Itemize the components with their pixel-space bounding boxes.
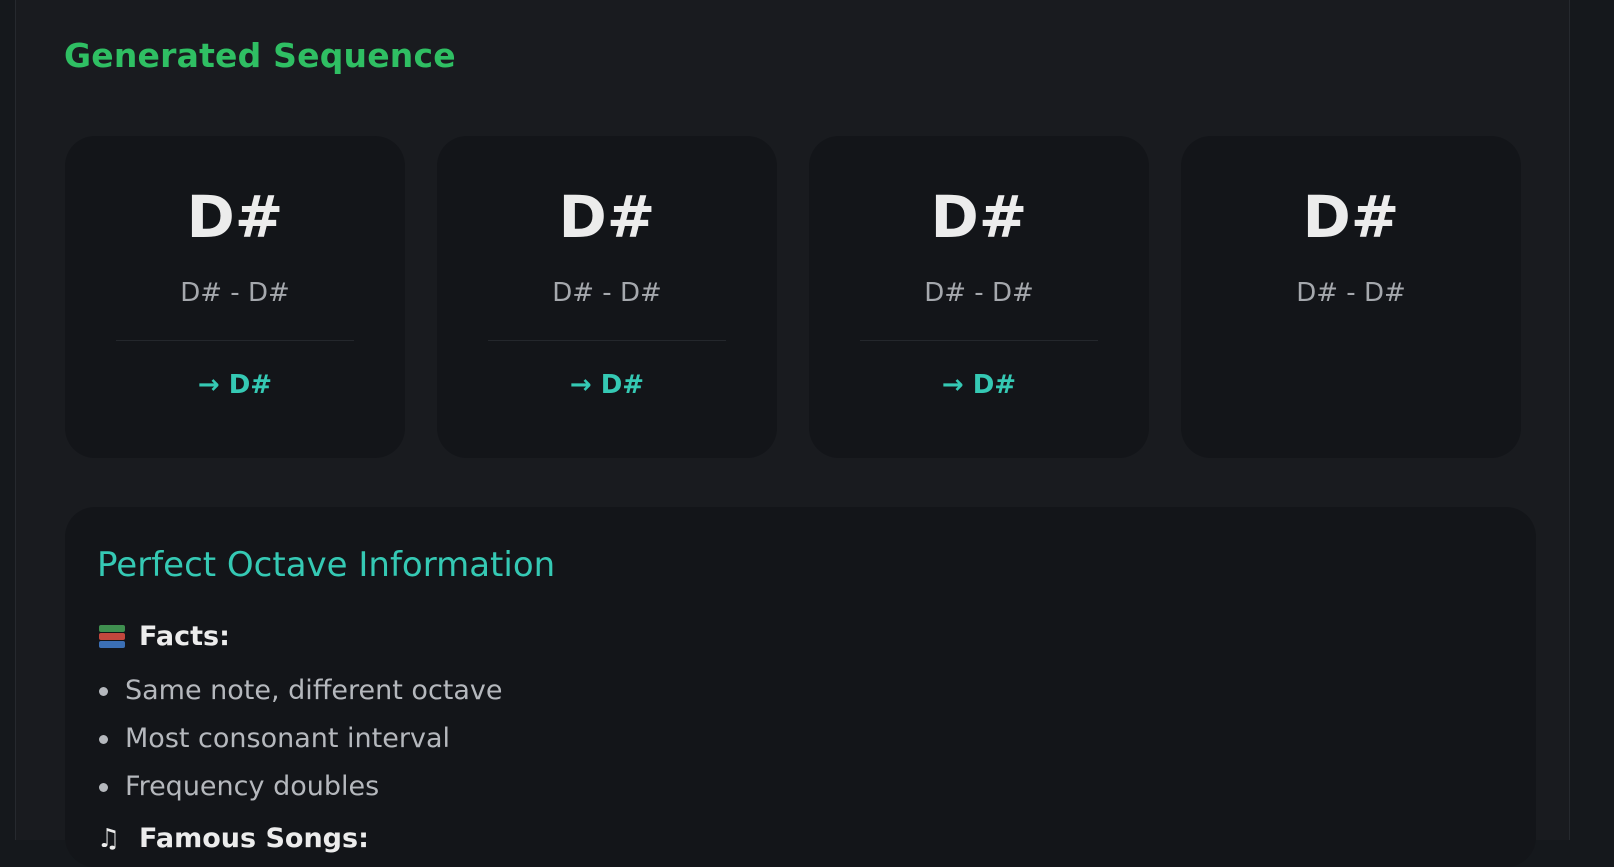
books-icon bbox=[97, 622, 127, 652]
card-divider bbox=[860, 340, 1098, 341]
card-range: D# - D# bbox=[924, 278, 1034, 308]
card-range: D# - D# bbox=[1296, 278, 1406, 308]
card-note: D# bbox=[558, 183, 656, 251]
card-next-note: → D# bbox=[569, 370, 645, 400]
interval-card[interactable]: D# D# - D# → D# bbox=[437, 136, 777, 458]
interval-card[interactable]: D# D# - D# → D# bbox=[65, 136, 405, 458]
list-item: Frequency doubles bbox=[97, 763, 503, 811]
interval-card[interactable]: D# D# - D# → D# bbox=[809, 136, 1149, 458]
card-note: D# bbox=[930, 183, 1028, 251]
card-next-note: → D# bbox=[197, 370, 273, 400]
facts-list: Same note, different octave Most consona… bbox=[97, 667, 503, 811]
card-range: D# - D# bbox=[180, 278, 290, 308]
songs-label: Famous Songs: bbox=[139, 823, 369, 854]
facts-label: Facts: bbox=[139, 621, 230, 652]
interval-info-panel: Perfect Octave Information Facts: Same n… bbox=[65, 507, 1536, 867]
facts-heading: Facts: bbox=[97, 621, 230, 652]
songs-heading: ♫ Famous Songs: bbox=[97, 823, 369, 854]
interval-card[interactable]: D# D# - D# bbox=[1181, 136, 1521, 458]
sequence-title: Generated Sequence bbox=[64, 36, 456, 75]
main-panel: Generated Sequence D# D# - D# → D# D# D#… bbox=[15, 0, 1570, 867]
card-note: D# bbox=[1302, 183, 1400, 251]
card-divider bbox=[488, 340, 726, 341]
list-item: Most consonant interval bbox=[97, 715, 503, 763]
info-title: Perfect Octave Information bbox=[97, 545, 556, 585]
card-next-note: → D# bbox=[941, 370, 1017, 400]
list-item: Same note, different octave bbox=[97, 667, 503, 715]
card-note: D# bbox=[186, 183, 284, 251]
sequence-cards: D# D# - D# → D# D# D# - D# → D# D# D# - … bbox=[65, 136, 1536, 458]
card-range: D# - D# bbox=[552, 278, 662, 308]
music-note-icon: ♫ bbox=[97, 823, 121, 854]
card-divider bbox=[116, 340, 354, 341]
